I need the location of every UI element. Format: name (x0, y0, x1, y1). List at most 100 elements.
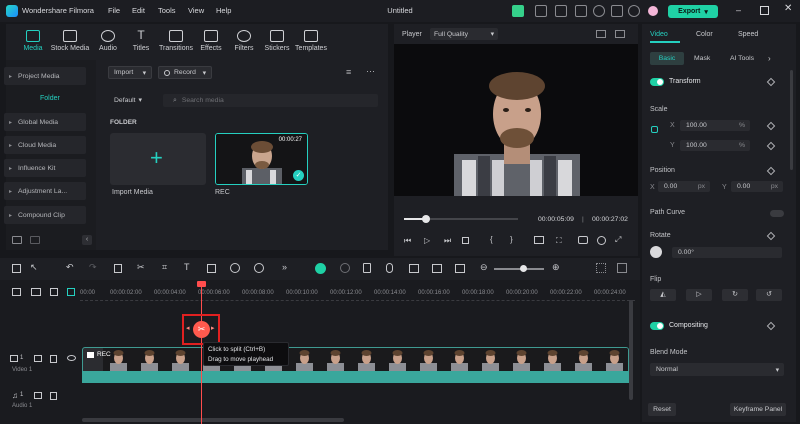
lightbulb-icon[interactable] (535, 5, 547, 17)
search-input[interactable]: ⌕ Search media (163, 94, 378, 107)
microphone-icon[interactable] (386, 263, 393, 273)
tab-color[interactable]: Color (696, 31, 713, 38)
sidebar-folder[interactable]: Folder (40, 95, 60, 102)
avatar[interactable] (648, 6, 658, 16)
new-folder-icon[interactable] (12, 236, 22, 244)
text-icon[interactable]: T (184, 262, 190, 272)
crop-icon[interactable]: ⌗ (162, 262, 167, 273)
volume-icon[interactable] (597, 236, 606, 245)
blend-mode-dropdown[interactable]: Normal ▾ (650, 363, 784, 376)
tab-media[interactable]: Media (12, 30, 54, 52)
rotate-input[interactable]: 0.00° (672, 247, 782, 258)
sidebar-item-compound-clip[interactable]: Compound Clip (4, 206, 86, 224)
sidebar-item-adjustment-layer[interactable]: Adjustment La... (4, 182, 86, 200)
flip-horizontal-button[interactable]: ◭ (650, 289, 676, 301)
scale-x-input[interactable]: 100.00% (680, 120, 750, 131)
link-clips-icon[interactable] (31, 288, 41, 296)
collapse-sidebar-icon[interactable]: ‹ (82, 235, 92, 245)
camera-icon[interactable] (578, 236, 588, 244)
close-icon[interactable]: ✕ (784, 3, 792, 14)
tab-speed[interactable]: Speed (738, 31, 758, 38)
pos-x-input[interactable]: 0.00 px (658, 181, 710, 192)
playhead-handle[interactable] (197, 281, 206, 287)
ai-tool-icon[interactable] (315, 263, 326, 274)
mark-out-icon[interactable]: } (510, 235, 513, 244)
color-match-icon[interactable] (230, 263, 240, 273)
fit-icon[interactable]: ⛶ (556, 236, 562, 246)
filter-icon[interactable]: ≡ (346, 67, 351, 77)
player-progress-handle[interactable] (421, 215, 430, 223)
redo-icon[interactable]: ↷ (89, 262, 97, 273)
quality-dropdown[interactable]: Full Quality ▾ (430, 28, 498, 40)
stop-icon[interactable] (462, 237, 469, 244)
more-tools-icon[interactable]: » (282, 262, 287, 272)
menu-view[interactable]: View (188, 6, 204, 15)
grid-icon[interactable] (611, 5, 623, 17)
video-preview[interactable] (394, 44, 638, 196)
rotate-ccw-button[interactable]: ↺ (756, 289, 782, 301)
menu-file[interactable]: File (108, 6, 120, 15)
compositing-toggle[interactable] (650, 322, 664, 330)
snapshot-icon[interactable] (432, 264, 442, 273)
record-button[interactable]: Record ▾ (158, 66, 212, 79)
audio-mute-icon[interactable] (50, 355, 57, 363)
select-arrow-icon[interactable]: ↖ (30, 262, 38, 273)
sort-dropdown[interactable]: Default ▾ (114, 96, 142, 105)
folder-icon[interactable] (34, 392, 42, 399)
eye-icon[interactable] (67, 355, 76, 361)
next-frame-icon[interactable]: ⏭ (444, 236, 451, 246)
export-button[interactable]: Export ▾ (668, 5, 718, 18)
transform-toggle[interactable] (650, 78, 664, 86)
scale-y-input[interactable]: 100.00% (680, 140, 750, 151)
sidebar-item-cloud-media[interactable]: Cloud Media (4, 136, 86, 154)
prev-frame-icon[interactable]: ⏮ (404, 236, 411, 246)
sidebar-item-global-media[interactable]: Global Media (4, 113, 86, 131)
import-button[interactable]: Import ▾ (108, 66, 152, 79)
image-icon[interactable] (615, 30, 625, 38)
zoom-slider-handle[interactable] (520, 265, 527, 272)
pos-y-input[interactable]: 0.00 px (731, 181, 783, 192)
tab-video[interactable]: Video (650, 31, 668, 38)
rec-clip-thumbnail[interactable]: 00:00:27 ✓ (215, 133, 308, 185)
chevron-right-icon[interactable]: › (768, 54, 771, 63)
more-icon[interactable]: ⋯ (366, 66, 375, 77)
playhead-line[interactable] (201, 283, 202, 424)
mark-in-icon[interactable]: { (490, 235, 493, 244)
magnet-icon[interactable] (50, 288, 58, 296)
split-scissors-icon[interactable]: ✂ (193, 321, 210, 338)
sidebar-item-influence-kit[interactable]: Influence Kit (4, 159, 86, 177)
folder-icon[interactable] (30, 236, 40, 244)
snapshot-icon[interactable] (596, 30, 606, 38)
snap-icon[interactable] (67, 288, 75, 296)
delete-icon[interactable] (114, 264, 122, 273)
zoom-out-icon[interactable]: ⊖ (480, 262, 488, 273)
subtab-basic[interactable]: Basic (650, 52, 684, 65)
rotate-cw-button[interactable]: ↻ (722, 289, 748, 301)
link-icon[interactable] (651, 126, 658, 133)
monitor-icon[interactable] (534, 236, 544, 244)
support-icon[interactable] (628, 5, 640, 17)
subtab-mask[interactable]: Mask (694, 55, 710, 62)
menu-edit[interactable]: Edit (132, 6, 145, 15)
fullscreen-icon[interactable]: ⤢ (615, 235, 621, 245)
import-media-tile[interactable]: + (110, 133, 206, 185)
grid-icon[interactable] (596, 263, 606, 273)
zoom-slider[interactable] (494, 268, 544, 270)
maximize-icon[interactable] (760, 6, 769, 15)
properties-scrollbar[interactable] (790, 70, 793, 170)
rotate-dial[interactable] (650, 246, 662, 258)
subtab-ai-tools[interactable]: AI Tools (730, 55, 754, 62)
voiceover-icon[interactable] (409, 264, 419, 273)
shape-icon[interactable] (207, 264, 216, 273)
panel-icon[interactable] (617, 263, 627, 273)
add-track-icon[interactable] (12, 288, 21, 296)
render-icon[interactable] (340, 263, 350, 273)
flip-vertical-button[interactable]: ▷ (686, 289, 712, 301)
minimize-icon[interactable]: – (736, 5, 741, 15)
timeline-vscrollbar[interactable] (629, 300, 633, 400)
marker-icon[interactable] (455, 264, 465, 273)
keyframe-panel-button[interactable]: Keyframe Panel (730, 403, 786, 416)
zoom-in-icon[interactable]: ⊕ (552, 262, 560, 273)
layout-icon[interactable] (12, 264, 21, 273)
folder-icon[interactable] (34, 355, 42, 362)
